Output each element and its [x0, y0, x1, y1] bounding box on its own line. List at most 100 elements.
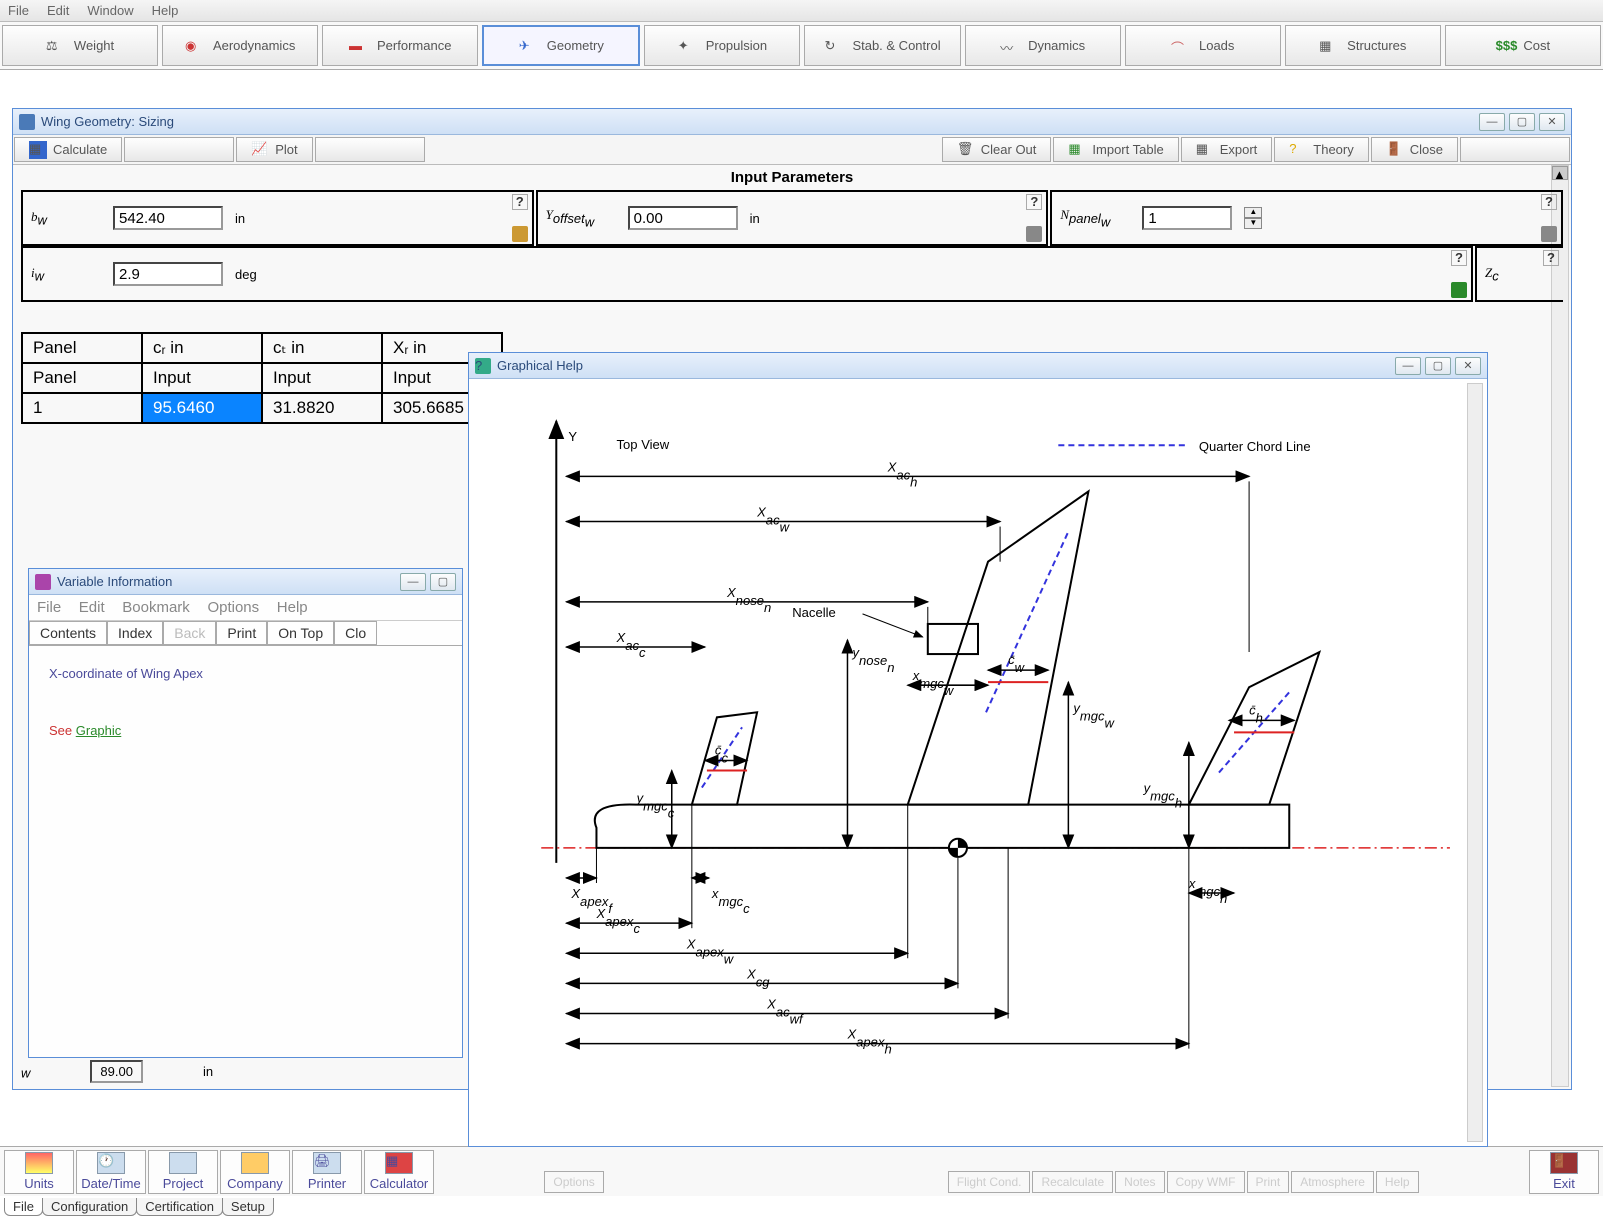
datetime-button[interactable]: 🕐Date/Time [76, 1150, 146, 1194]
calculator-button[interactable]: ▦Calculator [364, 1150, 434, 1194]
menu-help[interactable]: Help [152, 3, 179, 18]
iw-field[interactable] [113, 262, 223, 286]
spin-up[interactable]: ▲ [1244, 207, 1262, 218]
menu-edit[interactable]: Edit [47, 3, 69, 18]
project-button[interactable]: Project [148, 1150, 218, 1194]
cell[interactable]: Input [262, 363, 382, 393]
clearout-button[interactable]: 🗑Clear Out [942, 137, 1052, 162]
company-button[interactable]: Company [220, 1150, 290, 1194]
printer-button[interactable]: 🖨Printer [292, 1150, 362, 1194]
var-menu-file[interactable]: File [37, 599, 61, 616]
var-menu-options[interactable]: Options [207, 599, 259, 616]
help-icon[interactable]: ? [1543, 250, 1559, 266]
cell-selected[interactable]: 95.6460 [142, 393, 262, 423]
minimize-button[interactable]: — [400, 573, 426, 591]
copywmf-flat[interactable]: Copy WMF [1167, 1171, 1245, 1193]
door-icon: 🚪 [1386, 141, 1404, 159]
close-button[interactable]: ✕ [1539, 113, 1565, 131]
graph-window-titlebar[interactable]: ? Graphical Help — ▢ ✕ [469, 353, 1487, 379]
var-menu-edit[interactable]: Edit [79, 599, 105, 616]
footer-tab-file[interactable]: File [4, 1198, 43, 1216]
tab-propulsion[interactable]: ✦Propulsion [644, 25, 800, 66]
bw-field[interactable] [113, 206, 223, 230]
tab-dynamics[interactable]: 〰Dynamics [965, 25, 1121, 66]
tab-structures[interactable]: ▦Structures [1285, 25, 1441, 66]
hidden-value[interactable]: 89.00 [90, 1060, 143, 1083]
plot-button[interactable]: 📈Plot [236, 137, 312, 162]
blank-button-3[interactable] [1460, 137, 1570, 162]
import-button[interactable]: ▦Import Table [1053, 137, 1178, 162]
units-button[interactable]: Units [4, 1150, 74, 1194]
npanel-field[interactable] [1142, 206, 1232, 230]
close-button[interactable]: ✕ [1455, 357, 1481, 375]
maximize-button[interactable]: ▢ [1509, 113, 1535, 131]
calculate-button[interactable]: ▦Calculate [14, 137, 122, 162]
help-icon[interactable]: ? [1541, 194, 1557, 210]
tab-aerodynamics[interactable]: ◉Aerodynamics [162, 25, 318, 66]
svg-text:Xapexf: Xapexf [570, 886, 613, 916]
cell[interactable]: Panel [22, 363, 142, 393]
blank-button-2[interactable] [315, 137, 425, 162]
tab-loads[interactable]: ⌒Loads [1125, 25, 1281, 66]
contents-button[interactable]: Contents [29, 621, 107, 645]
minimize-button[interactable]: — [1479, 113, 1505, 131]
options-flat[interactable]: Options [544, 1171, 603, 1193]
help-icon[interactable]: ? [1451, 250, 1467, 266]
flightcond-flat[interactable]: Flight Cond. [948, 1171, 1031, 1193]
graph-window-title: Graphical Help [497, 358, 583, 373]
wrench-icon[interactable] [1541, 226, 1557, 242]
wrench-icon[interactable] [1451, 282, 1467, 298]
maximize-button[interactable]: ▢ [1425, 357, 1451, 375]
notes-flat[interactable]: Notes [1115, 1171, 1164, 1193]
th-ct: cₜ in [262, 333, 382, 363]
close-var-button[interactable]: Clo [334, 621, 377, 645]
graph-scrollbar[interactable] [1467, 383, 1483, 1142]
var-heading: X-coordinate of Wing Apex [49, 666, 442, 681]
cell[interactable]: 1 [22, 393, 142, 423]
vertical-scrollbar[interactable]: ▲ [1551, 165, 1569, 1087]
footer-tab-cert[interactable]: Certification [136, 1198, 223, 1216]
theory-button[interactable]: ?Theory [1274, 137, 1368, 162]
aero-icon: ◉ [185, 38, 207, 54]
recalc-flat[interactable]: Recalculate [1032, 1171, 1113, 1193]
cell[interactable]: 31.8820 [262, 393, 382, 423]
tab-performance[interactable]: ▬Performance [322, 25, 478, 66]
export-button[interactable]: ▦Export [1181, 137, 1273, 162]
tab-stabcontrol[interactable]: ↻Stab. & Control [804, 25, 960, 66]
footer-tab-config[interactable]: Configuration [42, 1198, 137, 1216]
help-icon[interactable]: ? [1026, 194, 1042, 210]
wing-window-title: Wing Geometry: Sizing [41, 114, 174, 129]
print-flat[interactable]: Print [1247, 1171, 1290, 1193]
tab-weight[interactable]: ⚖Weight [2, 25, 158, 66]
wing-window-titlebar[interactable]: Wing Geometry: Sizing — ▢ ✕ [13, 109, 1571, 135]
tab-cost[interactable]: $$$Cost [1445, 25, 1601, 66]
printer-icon: 🖨 [313, 1152, 341, 1174]
spin-down[interactable]: ▼ [1244, 218, 1262, 229]
menu-window[interactable]: Window [87, 3, 133, 18]
ontop-button[interactable]: On Top [267, 621, 334, 645]
help-icon[interactable]: ? [512, 194, 528, 210]
var-menu-help[interactable]: Help [277, 599, 308, 616]
var-menu-bookmark[interactable]: Bookmark [122, 599, 190, 616]
help-flat[interactable]: Help [1376, 1171, 1419, 1193]
var-buttons: Contents Index Back Print On Top Clo [29, 621, 462, 646]
yoffset-field[interactable] [628, 206, 738, 230]
index-button[interactable]: Index [107, 621, 163, 645]
exit-button[interactable]: 🚪Exit [1529, 1150, 1599, 1194]
wrench-icon[interactable] [512, 226, 528, 242]
minimize-button[interactable]: — [1395, 357, 1421, 375]
close-toolbar-button[interactable]: 🚪Close [1371, 137, 1458, 162]
blank-button-1[interactable] [124, 137, 234, 162]
menu-file[interactable]: File [8, 3, 29, 18]
maximize-button[interactable]: ▢ [430, 573, 456, 591]
tab-geometry[interactable]: ✈Geometry [482, 25, 640, 66]
atmosphere-flat[interactable]: Atmosphere [1291, 1171, 1374, 1193]
var-window-titlebar[interactable]: Variable Information — ▢ [29, 569, 462, 595]
wrench-icon[interactable] [1026, 226, 1042, 242]
scroll-thumb[interactable]: ▲ [1552, 166, 1568, 180]
footer-tab-setup[interactable]: Setup [222, 1198, 274, 1216]
cell[interactable]: Input [142, 363, 262, 393]
graphic-link[interactable]: Graphic [76, 723, 122, 738]
print-button[interactable]: Print [216, 621, 267, 645]
calc-icon: ▦ [29, 141, 47, 159]
